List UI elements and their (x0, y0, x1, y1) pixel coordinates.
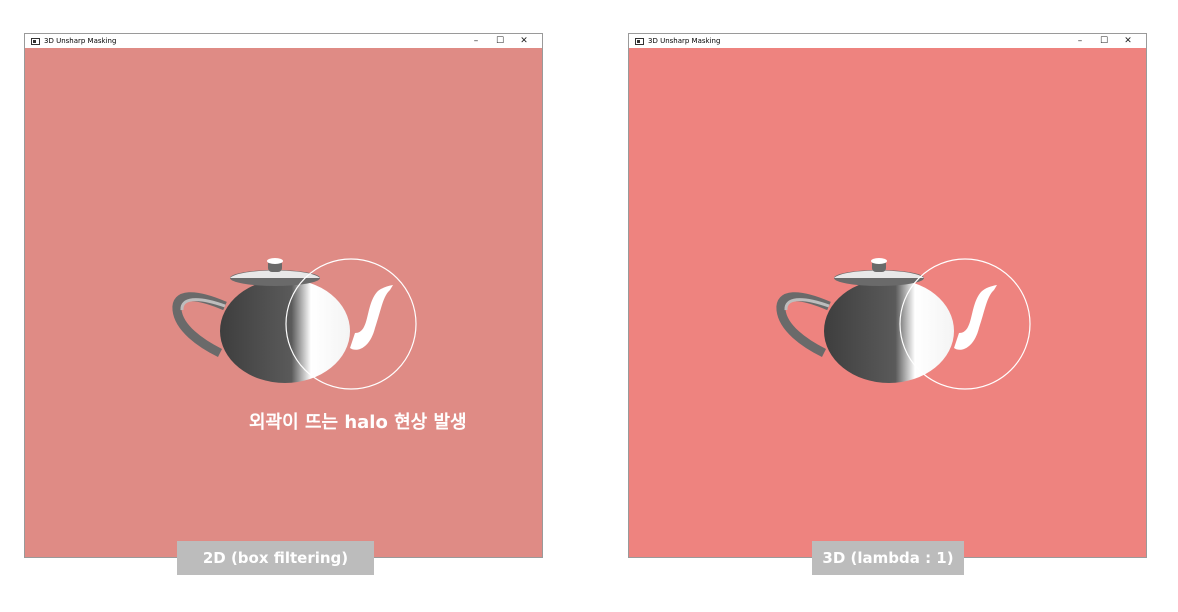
maximize-icon[interactable]: ☐ (488, 34, 512, 48)
minimize-icon[interactable]: – (1068, 34, 1092, 48)
teapot-icon (172, 258, 417, 390)
right-window: 3D Unsharp Masking – ☐ ✕ (628, 33, 1147, 558)
right-caption: 3D (lambda : 1) (812, 541, 964, 575)
close-icon[interactable]: ✕ (1116, 34, 1140, 48)
render-viewport[interactable]: 외곽이 뜨는 halo 현상 발생 (25, 48, 542, 557)
window-title: 3D Unsharp Masking (44, 37, 117, 45)
close-icon[interactable]: ✕ (512, 34, 536, 48)
window-title: 3D Unsharp Masking (648, 37, 721, 45)
left-caption: 2D (box filtering) (177, 541, 374, 575)
left-window: 3D Unsharp Masking – ☐ ✕ 외곽이 뜨는 halo 현상 … (24, 33, 543, 558)
render-viewport[interactable] (629, 48, 1146, 557)
halo-annotation: 외곽이 뜨는 halo 현상 발생 (249, 412, 467, 433)
teapot-icon (776, 258, 1031, 390)
app-icon (635, 37, 644, 45)
left-titlebar[interactable]: 3D Unsharp Masking – ☐ ✕ (25, 34, 542, 48)
minimize-icon[interactable]: – (464, 34, 488, 48)
app-icon (31, 37, 40, 45)
right-titlebar[interactable]: 3D Unsharp Masking – ☐ ✕ (629, 34, 1146, 48)
maximize-icon[interactable]: ☐ (1092, 34, 1116, 48)
